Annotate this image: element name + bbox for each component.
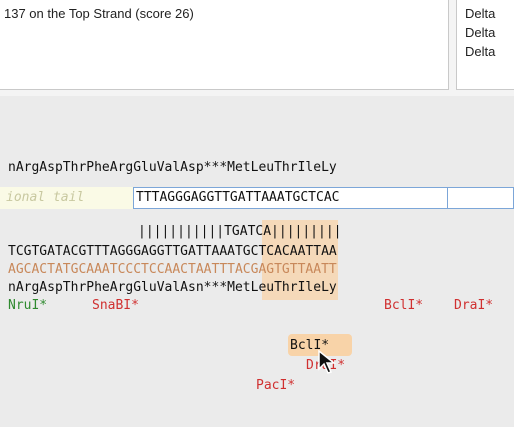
side-line-1: Delta	[465, 6, 496, 21]
reverse-strand[interactable]: AGCACTATGCAAATCCCTCCAACTAATTTACGAGTGTTAA…	[8, 262, 337, 278]
side-line-2: Delta	[465, 25, 496, 40]
side-line-3: Delta	[465, 44, 496, 59]
bottom-translation: nArgAspThrPheArgGluValAsn***MetLeuThrIle…	[8, 280, 337, 295]
mouse-cursor-icon	[318, 350, 337, 374]
enzyme-paci[interactable]: PacI*	[256, 378, 295, 393]
top-translation: nArgAspThrPheArgGluValAsp***MetLeuThrIle…	[8, 160, 337, 175]
enzyme-snabi[interactable]: SnaBI*	[92, 298, 139, 313]
enzyme-bcli[interactable]: BclI*	[384, 298, 423, 313]
primer-result-text[interactable]: 137 on the Top Strand (score 26)	[4, 6, 194, 21]
primer-result-list[interactable]: 137 on the Top Strand (score 26)	[0, 0, 449, 90]
results-panel: 137 on the Top Strand (score 26) Delta D…	[0, 0, 514, 96]
match-bars: |||||||||||TGATCA|||||||||	[138, 224, 342, 239]
enzyme-nrui[interactable]: NruI*	[8, 298, 47, 313]
tail-label: ional tail	[6, 190, 85, 205]
side-result-list[interactable]: Delta Delta Delta	[456, 0, 514, 90]
primer-sequence[interactable]: TTTAGGGAGGTTGATTAAATGCTCAC	[136, 190, 340, 205]
forward-strand[interactable]: TCGTGATACGTTTAGGGAGGTTGATTAAATGCTCACAATT…	[8, 244, 337, 260]
enzyme-drai-row1[interactable]: DraI*	[454, 298, 493, 313]
